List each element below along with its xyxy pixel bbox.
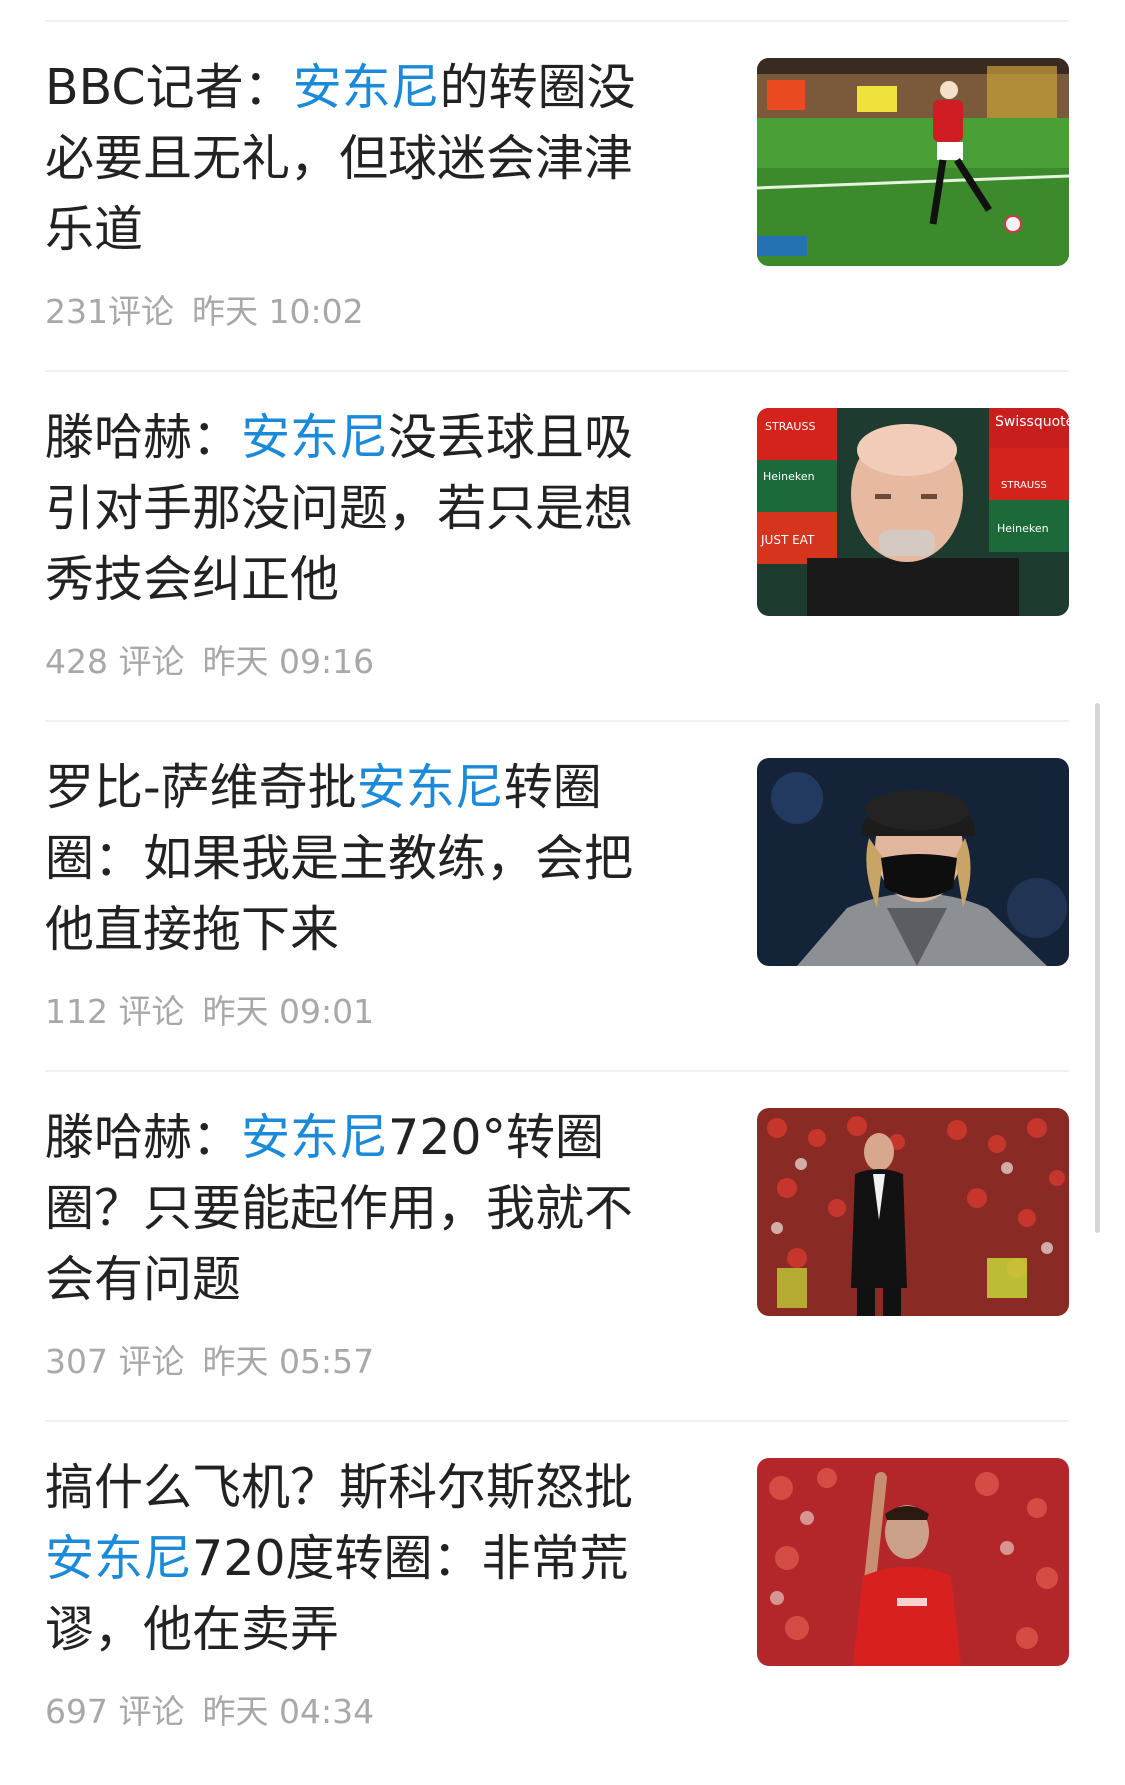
comment-count: 112 评论 <box>45 992 185 1031</box>
news-item[interactable]: 滕哈赫：安东尼720°转圈圈？只要能起作用，我就不会有问题 307 评论 昨天 0… <box>0 1072 1125 1422</box>
headline-keyword-highlight: 安东尼 <box>356 759 504 816</box>
sponsor-label: JUST EAT <box>760 533 815 547</box>
sponsor-label: Heineken <box>763 470 815 483</box>
news-headline[interactable]: 滕哈赫：安东尼没丢球且吸引对手那没问题，若只是想秀技会纠正他 <box>45 402 675 615</box>
news-feed: BBC记者：安东尼的转圈没必要且无礼，但球迷会津津乐道 231评论 昨天 10:0… <box>0 22 1125 1772</box>
news-thumbnail[interactable] <box>757 1108 1069 1316</box>
news-meta: 697 评论 昨天 04:34 <box>45 1692 374 1732</box>
comment-count: 428 评论 <box>45 642 185 681</box>
publish-time: 昨天 04:34 <box>202 1692 375 1731</box>
masked-man-in-cap-image <box>757 758 1069 966</box>
news-headline[interactable]: 搞什么飞机？斯科尔斯怒批安东尼720度转圈：非常荒谬，他在卖弄 <box>45 1452 675 1665</box>
publish-time: 昨天 09:01 <box>202 992 375 1031</box>
scrollbar[interactable] <box>1095 703 1100 1233</box>
news-headline[interactable]: BBC记者：安东尼的转圈没必要且无礼，但球迷会津津乐道 <box>45 52 675 265</box>
news-thumbnail[interactable] <box>757 58 1069 266</box>
headline-keyword-highlight: 安东尼 <box>241 409 389 466</box>
sponsor-label: Swissquote <box>995 414 1069 430</box>
press-conference-image: STRAUSS Swissquote Heineken JUST EAT STR… <box>757 408 1069 616</box>
football-pitch-dribble-image <box>757 58 1069 266</box>
news-meta: 428 评论 昨天 09:16 <box>45 642 374 682</box>
headline-text: 滕哈赫： <box>45 409 242 466</box>
player-pointing-up-image <box>757 1458 1069 1666</box>
comment-count: 697 评论 <box>45 1692 185 1731</box>
headline-text: 滕哈赫： <box>45 1109 242 1166</box>
headline-keyword-highlight: 安东尼 <box>45 1530 193 1587</box>
news-meta: 307 评论 昨天 05:57 <box>45 1342 374 1382</box>
news-item[interactable]: 滕哈赫：安东尼没丢球且吸引对手那没问题，若只是想秀技会纠正他 428 评论 昨天 … <box>0 372 1125 722</box>
headline-text: BBC记者： <box>45 59 293 116</box>
news-meta: 112 评论 昨天 09:01 <box>45 992 374 1032</box>
headline-text: 罗比-萨维奇批 <box>45 759 357 816</box>
news-item[interactable]: 罗比-萨维奇批安东尼转圈圈：如果我是主教练，会把他直接拖下来 112 评论 昨天 … <box>0 722 1125 1072</box>
publish-time: 昨天 09:16 <box>202 642 375 681</box>
news-headline[interactable]: 滕哈赫：安东尼720°转圈圈？只要能起作用，我就不会有问题 <box>45 1102 675 1315</box>
headline-keyword-highlight: 安东尼 <box>241 1109 389 1166</box>
sponsor-label: Heineken <box>997 522 1049 535</box>
news-headline[interactable]: 罗比-萨维奇批安东尼转圈圈：如果我是主教练，会把他直接拖下来 <box>45 752 675 965</box>
news-meta: 231评论 昨天 10:02 <box>45 292 364 332</box>
comment-count: 307 评论 <box>45 1342 185 1381</box>
news-thumbnail[interactable] <box>757 1458 1069 1666</box>
news-thumbnail[interactable]: STRAUSS Swissquote Heineken JUST EAT STR… <box>757 408 1069 616</box>
publish-time: 昨天 05:57 <box>202 1342 375 1381</box>
news-item[interactable]: 搞什么飞机？斯科尔斯怒批安东尼720度转圈：非常荒谬，他在卖弄 697 评论 昨天… <box>0 1422 1125 1772</box>
sponsor-label: STRAUSS <box>1001 480 1047 491</box>
comment-count: 231评论 <box>45 292 174 331</box>
headline-text: 搞什么飞机？斯科尔斯怒批 <box>45 1459 634 1516</box>
headline-keyword-highlight: 安东尼 <box>292 59 440 116</box>
news-thumbnail[interactable] <box>757 758 1069 966</box>
sponsor-label: STRAUSS <box>765 420 815 433</box>
news-item[interactable]: BBC记者：安东尼的转圈没必要且无礼，但球迷会津津乐道 231评论 昨天 10:0… <box>0 22 1125 372</box>
manager-in-stadium-image <box>757 1108 1069 1316</box>
publish-time: 昨天 10:02 <box>192 292 364 331</box>
